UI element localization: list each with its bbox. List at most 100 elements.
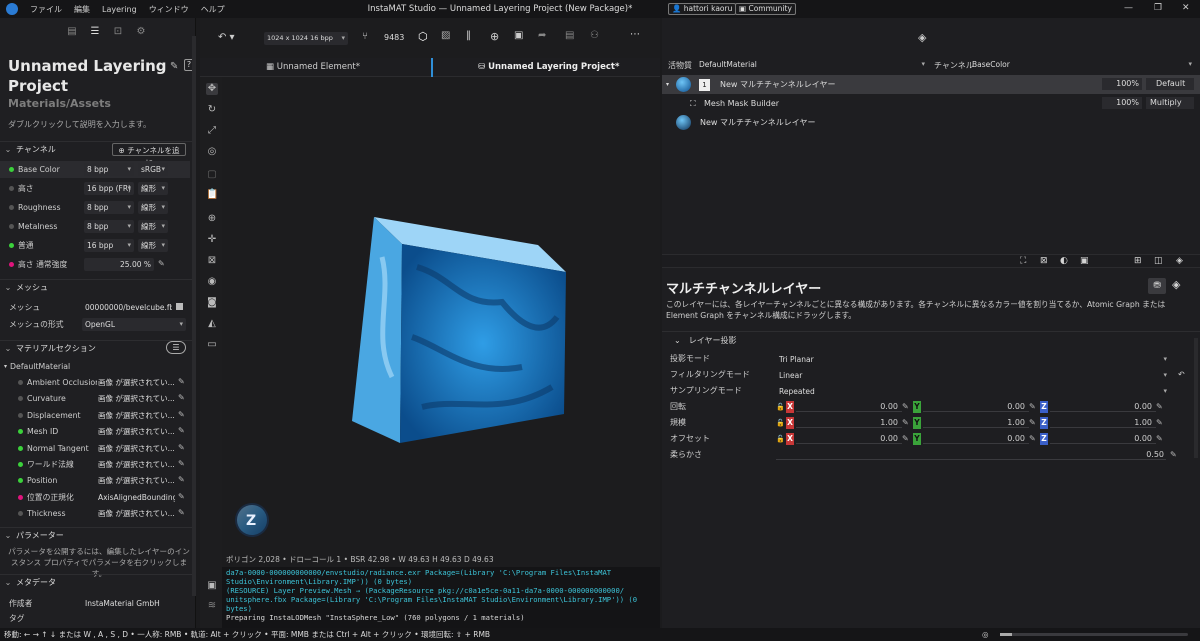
inspector-scrollbar[interactable] (1194, 338, 1198, 458)
colorspace-select[interactable]: 線形 ▾ (138, 239, 168, 252)
material-input-value[interactable]: 画像 が選択されてい... (95, 376, 175, 389)
project-description[interactable]: ダブルクリックして説明を入力します。 (8, 119, 151, 130)
layer-blend-mode[interactable]: Multiply (1146, 97, 1194, 109)
reset-icon[interactable]: ↶ (1178, 367, 1185, 383)
maximize-icon[interactable]: ❐ (1154, 3, 1162, 13)
target-tool-icon[interactable]: ◎ (206, 146, 218, 158)
hierarchy-icon[interactable]: ⚇ (590, 30, 599, 41)
user-button[interactable]: 👤 hattori kaoru (668, 3, 737, 15)
package-icon[interactable]: ▤ (66, 26, 78, 38)
more-icon[interactable]: ⋯ (630, 29, 640, 40)
material-input-value[interactable]: 画像 が選択されてい... (95, 458, 175, 471)
bpp-select[interactable]: 16 bpp (FR) ▾ (84, 182, 134, 195)
bpp-select[interactable]: 16 bpp ▾ (84, 239, 134, 252)
edit-pencil-icon[interactable]: ✎ (902, 415, 909, 431)
colorspace-select[interactable]: 線形 ▾ (138, 220, 168, 233)
layers-icon[interactable]: ◈ (918, 31, 926, 44)
edit-pencil-icon[interactable]: ✎ (178, 475, 185, 484)
edit-pencil-icon[interactable]: ✎ (178, 459, 185, 468)
camera-icon[interactable]: ◙ (206, 297, 218, 309)
clipboard-icon[interactable]: 📋 (206, 189, 218, 201)
edit-pencil-icon[interactable]: ✎ (1029, 431, 1036, 447)
tab-unnamed-element[interactable]: ▦ Unnamed Element* (266, 62, 360, 72)
settings-toggle-icon[interactable]: ☰ (89, 26, 101, 38)
menu-help[interactable]: ヘルプ (195, 4, 231, 15)
console-output[interactable]: da7a-0000-000000000000/envstudio/radianc… (222, 567, 660, 629)
eye-icon[interactable]: ◉ (206, 276, 218, 288)
colorspace-select[interactable]: sRGB ▾ (138, 163, 168, 176)
projection-section-header[interactable]: ⌄ レイヤー投影 (662, 331, 1200, 349)
minimize-icon[interactable]: — (1124, 3, 1133, 13)
colorspace-select[interactable]: 線形 ▾ (138, 182, 168, 195)
mesh-format-select[interactable]: OpenGL ▾ (82, 318, 186, 331)
split-icon[interactable]: ‖ (466, 30, 471, 41)
material-input-value[interactable]: 画像 が選択されてい... (95, 442, 175, 455)
default-material-row[interactable]: ▾ DefaultMaterial (0, 358, 190, 375)
close-icon[interactable]: ✕ (1182, 3, 1190, 13)
layer-row[interactable]: New マルチチャンネルレイヤー (662, 113, 1200, 132)
edit-pencil-icon[interactable]: ✎ (178, 492, 185, 501)
lock-icon[interactable]: 🔓 (776, 399, 785, 415)
menu-file[interactable]: ファイル (24, 4, 68, 15)
bag-icon[interactable]: ⊡ (112, 26, 124, 38)
edit-pencil-icon[interactable]: ✎ (1156, 415, 1163, 431)
mask-fill-icon[interactable]: ⊠ (1040, 256, 1048, 266)
lock-icon[interactable]: 🔓 (776, 431, 785, 447)
undo-icon[interactable]: ↶ ▾ (218, 32, 235, 43)
gear-icon[interactable]: ⚙ (135, 26, 147, 38)
bpp-select[interactable]: 8 bpp ▾ (84, 163, 134, 176)
colorspace-select[interactable]: 線形 ▾ (138, 201, 168, 214)
share-icon[interactable]: ➦ (538, 30, 546, 41)
console-filter-icon[interactable]: ≋ (206, 600, 218, 612)
edit-pencil-icon[interactable]: ✎ (170, 61, 178, 72)
layer-stack-icon[interactable]: ◈ (1176, 256, 1183, 266)
edit-pencil-icon[interactable]: ✎ (158, 259, 165, 268)
edit-pencil-icon[interactable]: ✎ (178, 443, 185, 452)
folder-add-icon[interactable]: ⊞ (1134, 256, 1142, 266)
material-input-value[interactable]: 画像 が選択されてい... (95, 474, 175, 487)
active-material-select[interactable]: DefaultMaterial ▾ (696, 58, 928, 71)
left-scrollbar[interactable] (192, 36, 196, 596)
layer-blend-mode[interactable]: Default (1146, 78, 1194, 90)
exposure-slider[interactable] (1000, 633, 1188, 636)
pan-icon[interactable]: ✛ (206, 234, 218, 246)
scale-tool-icon[interactable]: ⤢ (206, 125, 218, 137)
mesh-file-field[interactable]: 00000000/bevelcube.fbx (82, 301, 172, 314)
menu-layering[interactable]: Layering (96, 5, 143, 14)
projection-mode-select[interactable]: Tri Planar ▾ (776, 353, 1170, 366)
mesh-section-header[interactable]: ⌄ メッシュ (0, 279, 196, 295)
material-input-value[interactable]: AxisAlignedBoundingBo (95, 491, 175, 504)
edit-pencil-icon[interactable]: ✎ (178, 393, 185, 402)
contrast-icon[interactable]: ◐ (1060, 256, 1068, 266)
add-icon[interactable]: ⊕ (490, 30, 499, 43)
menu-window[interactable]: ウィンドウ (143, 4, 195, 15)
layer-row[interactable]: ⛶ Mesh Mask Builder 100% Multiply (662, 94, 1200, 113)
add-channel-button[interactable]: ⊕ チャンネルを追加 (112, 143, 186, 168)
menu-edit[interactable]: 編集 (68, 4, 96, 15)
material-input-value[interactable]: 画像 が選択されてい... (95, 507, 175, 520)
move-tool-icon[interactable]: ✥ (206, 83, 218, 95)
crop-icon[interactable]: ⛶ (1020, 256, 1026, 266)
layers-icon[interactable]: ◈ (1172, 278, 1180, 291)
edit-pencil-icon[interactable]: ✎ (178, 508, 185, 517)
transform-icon[interactable]: ⊠ (206, 255, 218, 267)
edit-pencil-icon[interactable]: ✎ (178, 426, 185, 435)
channel-select[interactable]: BaseColor ▾ (969, 58, 1195, 71)
viewport-canvas[interactable]: Z (222, 77, 660, 553)
edit-pencil-icon[interactable]: ✎ (902, 399, 909, 415)
rotate-tool-icon[interactable]: ↻ (206, 104, 218, 116)
height-strength-input[interactable]: 25.00 % (84, 258, 154, 271)
layer-add-icon[interactable]: ◫ (1154, 256, 1163, 266)
save-icon[interactable]: ▣ (514, 30, 523, 41)
resolution-select[interactable]: 1024 x 1024 16 bpp ▾ (264, 32, 348, 45)
edit-pencil-icon[interactable]: ✎ (178, 377, 185, 386)
image-icon[interactable]: ▨ (441, 30, 450, 41)
lock-tool-icon[interactable]: ▢ (206, 169, 218, 181)
light-icon[interactable]: ◭ (206, 318, 218, 330)
material-input-value[interactable]: 画像 が選択されてい... (95, 425, 175, 438)
camera-settings-icon[interactable]: ◎ (982, 628, 989, 641)
edit-pencil-icon[interactable]: ✎ (902, 431, 909, 447)
parameters-section-header[interactable]: ⌄ パラメーター (0, 527, 196, 543)
sampling-mode-select[interactable]: Repeated ▾ (776, 385, 1170, 398)
bpp-select[interactable]: 8 bpp ▾ (84, 220, 134, 233)
